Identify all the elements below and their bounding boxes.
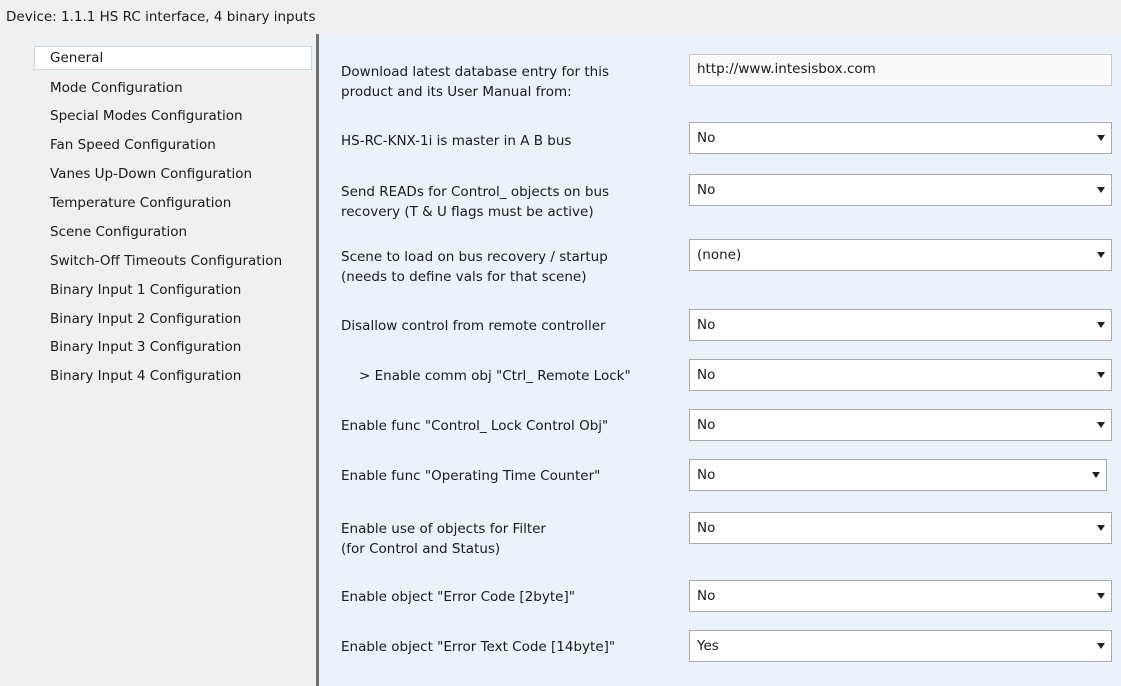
param-label: Disallow control from remote controller [341,316,681,336]
param-label-line: recovery (T & U flags must be active) [341,204,594,220]
sidebar-item-temperature-configuration[interactable]: Temperature Configuration [50,191,231,215]
param-dropdown[interactable]: No [689,409,1112,441]
chevron-down-icon[interactable] [1097,422,1105,428]
chevron-down-icon[interactable] [1092,472,1100,478]
param-label: Enable use of objects for Filter (for Con… [341,519,681,559]
sidebar-item-binary-input-2-configuration[interactable]: Binary Input 2 Configuration [50,307,241,331]
param-dropdown[interactable]: No [689,459,1107,491]
param-label-line: Disallow control from remote controller [341,318,606,334]
param-label: Send READs for Control_ objects on bus re… [341,182,681,222]
param-dropdown[interactable]: No [689,359,1112,391]
param-dropdown[interactable]: No [689,174,1112,206]
chevron-down-icon[interactable] [1097,252,1105,258]
param-value: No [697,182,716,198]
param-value: Yes [697,638,719,654]
param-label-line: Enable object "Error Code [2byte]" [341,589,575,605]
url-field[interactable]: http://www.intesisbox.com [689,54,1112,86]
param-label-line: Enable func "Control_ Lock Control Obj" [341,418,609,434]
chevron-down-icon[interactable] [1097,372,1105,378]
param-dropdown[interactable]: No [689,309,1112,341]
sidebar-item-binary-input-3-configuration[interactable]: Binary Input 3 Configuration [50,335,241,359]
param-value: No [697,417,716,433]
sidebar-item-scene-configuration[interactable]: Scene Configuration [50,220,187,244]
chevron-down-icon[interactable] [1097,643,1105,649]
sidebar: General Mode Configuration Special Modes C… [0,34,316,686]
param-dropdown[interactable]: (none) [689,239,1112,271]
param-label-line: > Enable comm obj "Ctrl_ Remote Lock" [359,368,631,384]
param-label-line: (needs to define vals for that scene) [341,269,587,285]
param-value: No [697,520,716,536]
param-label: Download latest database entry for this p… [341,62,681,102]
param-label: Scene to load on bus recovery / startup (… [341,247,681,287]
param-value: No [697,467,716,483]
sidebar-item-binary-input-4-configuration[interactable]: Binary Input 4 Configuration [50,364,241,388]
param-value: No [697,317,716,333]
param-label: Enable object "Error Code [2byte]" [341,587,681,607]
sidebar-item-switch-off-timeouts-configuration[interactable]: Switch-Off Timeouts Configuration [50,249,282,273]
param-dropdown[interactable]: Yes [689,630,1112,662]
chevron-down-icon[interactable] [1097,187,1105,193]
param-dropdown[interactable]: No [689,512,1112,544]
sidebar-item-fan-speed-configuration[interactable]: Fan Speed Configuration [50,133,216,157]
param-label-line: Enable func "Operating Time Counter" [341,468,601,484]
param-label: Enable object "Error Text Code [14byte]" [341,637,681,657]
param-label: > Enable comm obj "Ctrl_ Remote Lock" [359,366,699,386]
chevron-down-icon[interactable] [1097,525,1105,531]
param-label-line: HS-RC-KNX-1i is master in A B bus [341,133,572,149]
parameter-panel: Download latest database entry for this p… [319,34,1121,686]
sidebar-item-general[interactable]: General [34,46,312,70]
param-value: No [697,367,716,383]
param-dropdown[interactable]: No [689,122,1112,154]
param-label: Enable func "Operating Time Counter" [341,466,681,486]
param-value: http://www.intesisbox.com [697,61,876,77]
device-title: Device: 1.1.1 HS RC interface, 4 binary … [0,0,1121,34]
param-value: No [697,588,716,604]
sidebar-item-special-modes-configuration[interactable]: Special Modes Configuration [50,104,243,128]
chevron-down-icon[interactable] [1097,593,1105,599]
sidebar-item-mode-configuration[interactable]: Mode Configuration [50,76,183,100]
param-label: Enable func "Control_ Lock Control Obj" [341,416,681,436]
chevron-down-icon[interactable] [1097,135,1105,141]
param-label-line: product and its User Manual from: [341,84,572,100]
param-dropdown[interactable]: No [689,580,1112,612]
param-label-line: Send READs for Control_ objects on bus [341,184,610,200]
param-label-line: Download latest database entry for this [341,64,609,80]
param-label-line: (for Control and Status) [341,541,501,557]
param-label-line: Enable object "Error Text Code [14byte]" [341,639,616,655]
param-label: HS-RC-KNX-1i is master in A B bus [341,131,681,151]
param-label-line: Enable use of objects for Filter [341,521,546,537]
param-value: No [697,130,716,146]
sidebar-item-vanes-up-down-configuration[interactable]: Vanes Up-Down Configuration [50,162,252,186]
sidebar-item-binary-input-1-configuration[interactable]: Binary Input 1 Configuration [50,278,241,302]
param-label-line: Scene to load on bus recovery / startup [341,249,608,265]
chevron-down-icon[interactable] [1097,322,1105,328]
param-value: (none) [697,247,742,263]
